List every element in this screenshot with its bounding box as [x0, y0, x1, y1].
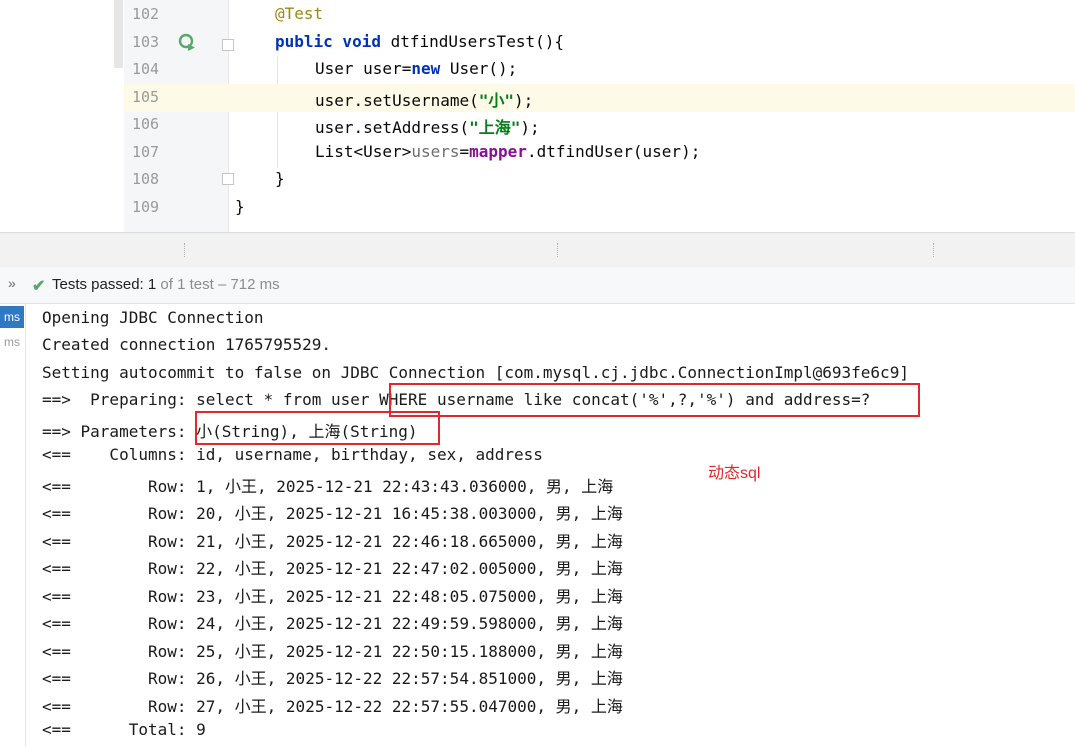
line-number: 107 — [132, 143, 160, 161]
code-text: User user= — [315, 59, 412, 78]
code-text: user.setAddress( — [315, 118, 470, 137]
code-editor[interactable]: 102 @Test 103 public void dtfindUsersTes… — [0, 0, 1075, 232]
code-text: = — [459, 142, 470, 161]
string-literal: "上海" — [469, 118, 521, 137]
line-number: 106 — [132, 115, 160, 133]
check-icon: ✔ — [32, 278, 46, 295]
status-label: Tests passed: — [52, 276, 144, 293]
string-literal: "小" — [478, 91, 515, 110]
test-duration-tab[interactable]: ms — [0, 306, 24, 328]
console-gutter: ms ms — [0, 304, 26, 747]
code-statement: user.setUsername("小"); — [315, 87, 533, 111]
code-line[interactable]: 104 User user=new User(); — [124, 56, 1075, 84]
console-line: <== Row: 21, 小王, 2025-12-21 22:46:18.665… — [42, 532, 623, 551]
method-signature: dtfindUsersTest(){ — [390, 32, 564, 51]
editor-left-strip — [0, 0, 110, 232]
annotation-label: 动态sql — [708, 465, 761, 482]
code-statement: List<User>users=mapper.dtfindUser(user); — [315, 142, 700, 161]
console-line: <== Total: 9 — [42, 720, 206, 739]
line-number: 103 — [132, 33, 160, 51]
parameters-highlight — [195, 411, 440, 445]
divider — [557, 243, 559, 257]
expand-chevron-icon[interactable]: » — [8, 275, 16, 291]
code-line[interactable]: 102 @Test — [124, 1, 1075, 29]
code-statement: User user=new User(); — [315, 59, 517, 78]
editor-scrollbar[interactable] — [114, 0, 123, 68]
console-line: <== Row: 1, 小王, 2025-12-21 22:43:43.0360… — [42, 477, 614, 496]
run-test-icon[interactable] — [178, 33, 196, 51]
test-duration-tab[interactable]: ms — [0, 331, 24, 353]
panel-splitter[interactable] — [0, 232, 1075, 268]
divider — [933, 243, 935, 257]
status-detail: of 1 test – 712 ms — [160, 276, 280, 293]
code-line[interactable]: 109 } — [124, 194, 1075, 222]
method-declaration: public void dtfindUsersTest(){ — [275, 32, 564, 51]
console-line: <== Row: 20, 小王, 2025-12-21 16:45:38.003… — [42, 504, 623, 523]
console-line: <== Row: 23, 小王, 2025-12-21 22:48:05.075… — [42, 587, 623, 606]
console-line: <== Row: 24, 小王, 2025-12-21 22:49:59.598… — [42, 614, 623, 633]
keyword: public void — [275, 32, 391, 51]
line-number: 109 — [132, 198, 160, 216]
passed-count: 1 — [147, 276, 157, 293]
console-line: <== Row: 27, 小王, 2025-12-22 22:57:55.047… — [42, 697, 623, 716]
keyword: new — [411, 59, 441, 78]
console-line: Created connection 1765795529. — [42, 335, 331, 354]
code-line[interactable]: 108 } — [124, 166, 1075, 194]
where-clause-highlight — [389, 383, 920, 417]
code-line-current[interactable]: 105 user.setUsername("小"); — [124, 84, 1075, 112]
code-line[interactable]: 106 user.setAddress("上海"); — [124, 111, 1075, 139]
code-text: List<User> — [315, 142, 412, 161]
code-text: user.setUsername( — [315, 91, 479, 110]
closing-brace: } — [235, 197, 245, 216]
code-statement: user.setAddress("上海"); — [315, 114, 540, 138]
line-number: 102 — [132, 5, 160, 23]
console-line: Opening JDBC Connection — [42, 308, 264, 327]
test-status-bar: » ✔ Tests passed: 1 of 1 test – 712 ms — [0, 267, 1075, 304]
line-number: 105 — [132, 88, 160, 106]
console-line: <== Row: 25, 小王, 2025-12-21 22:50:15.188… — [42, 642, 623, 661]
code-text: ); — [514, 91, 534, 110]
code-text: .dtfindUser(user); — [526, 142, 701, 161]
unused-variable: users — [411, 142, 460, 161]
line-number: 104 — [132, 60, 160, 78]
code-line[interactable]: 103 public void dtfindUsersTest(){ — [124, 29, 1075, 57]
annotation-test: @Test — [275, 4, 324, 23]
console-line: <== Row: 22, 小王, 2025-12-21 22:47:02.005… — [42, 559, 623, 578]
test-status-text: Tests passed: 1 of 1 test – 712 ms — [52, 276, 280, 293]
code-text: ); — [520, 118, 540, 137]
field-reference: mapper — [469, 142, 527, 161]
code-text: User(); — [440, 59, 518, 78]
divider — [184, 243, 186, 257]
code-line[interactable]: 107 List<User>users=mapper.dtfindUser(us… — [124, 139, 1075, 167]
console-line: <== Row: 26, 小王, 2025-12-22 22:57:54.851… — [42, 669, 623, 688]
closing-brace: } — [275, 169, 285, 188]
fold-marker-icon[interactable] — [222, 173, 234, 185]
fold-marker-icon[interactable] — [222, 39, 234, 51]
line-number: 108 — [132, 170, 160, 188]
console-line: <== Columns: id, username, birthday, sex… — [42, 445, 543, 464]
